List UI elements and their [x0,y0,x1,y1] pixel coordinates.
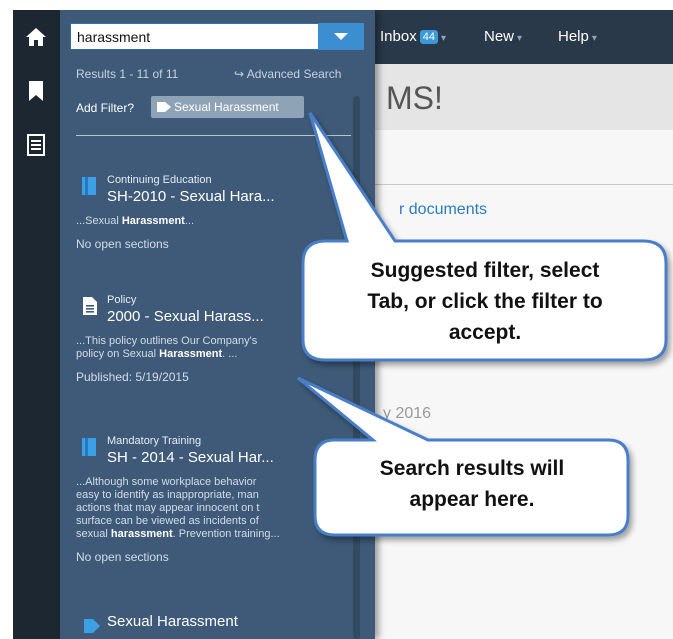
app-window: MS! r documents y 2016 Inbox 44 ▾ New ▾ Hel… [13,10,673,639]
callout-results-text: Search results will appear here. [379,457,565,511]
callout-filter-text: Suggested filter, select Tab, or click t… [367,259,603,344]
